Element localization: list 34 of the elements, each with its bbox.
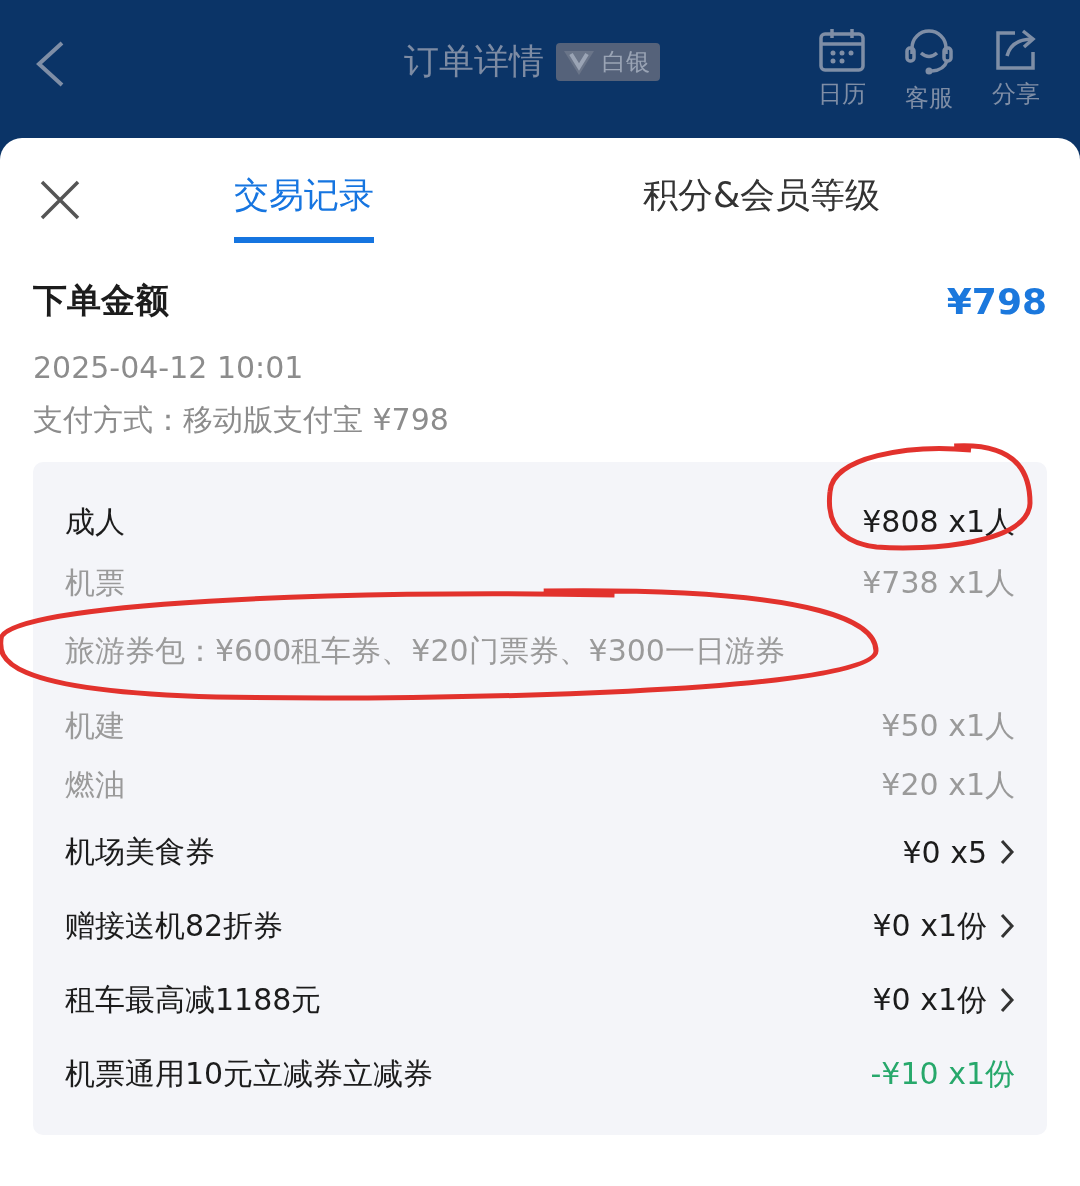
item-price: -¥10 x1份 — [870, 1054, 1015, 1093]
item-price: ¥20 x1人 — [881, 766, 1015, 804]
item-label: 赠接送机82折券 — [65, 906, 284, 945]
chevron-right-icon — [999, 912, 1015, 940]
item-price: ¥50 x1人 — [881, 707, 1015, 745]
member-badge: 白银 — [556, 42, 660, 81]
order-time: 2025-04-12 10:01 — [33, 349, 305, 387]
item-label: 燃油 — [65, 766, 125, 804]
item-label: 成人 — [65, 502, 125, 541]
item-label: 机票通用10元立减券立减券 — [65, 1054, 434, 1093]
item-label: 机票 — [65, 564, 125, 602]
item-label: 租车最高减1188元 — [65, 980, 322, 1019]
item-price: ¥0 x1份 — [872, 906, 987, 945]
order-amount: ¥798 — [946, 280, 1047, 322]
header-action-button[interactable]: 分享 — [992, 28, 1040, 114]
chevron-right-icon — [999, 838, 1015, 866]
item-label: 旅游券包：¥600租车券、¥20门票券、¥300一日游券 — [65, 631, 785, 670]
item-label: 机建 — [65, 707, 125, 745]
tab[interactable]: 交易记录 — [234, 172, 374, 243]
page-title: 订单详情 — [404, 40, 544, 83]
headset-icon — [904, 28, 954, 76]
header-action-button[interactable]: 日历 — [818, 28, 866, 114]
chevron-right-icon — [999, 986, 1015, 1014]
tab[interactable]: 积分&会员等级 — [643, 172, 881, 243]
payment-method: 支付方式：移动版支付宝 ¥798 — [33, 401, 450, 439]
item-price: ¥738 x1人 — [862, 564, 1015, 602]
calendar-icon — [818, 28, 866, 72]
back-icon[interactable] — [34, 40, 66, 88]
header-action-button[interactable]: 客服 — [904, 28, 954, 114]
close-icon[interactable] — [39, 179, 81, 221]
item-price: ¥0 x1份 — [872, 980, 987, 1019]
item-label: 机场美食券 — [65, 832, 215, 871]
section-title: 下单金额 — [33, 279, 169, 322]
item-price: ¥0 x5 — [902, 834, 987, 870]
